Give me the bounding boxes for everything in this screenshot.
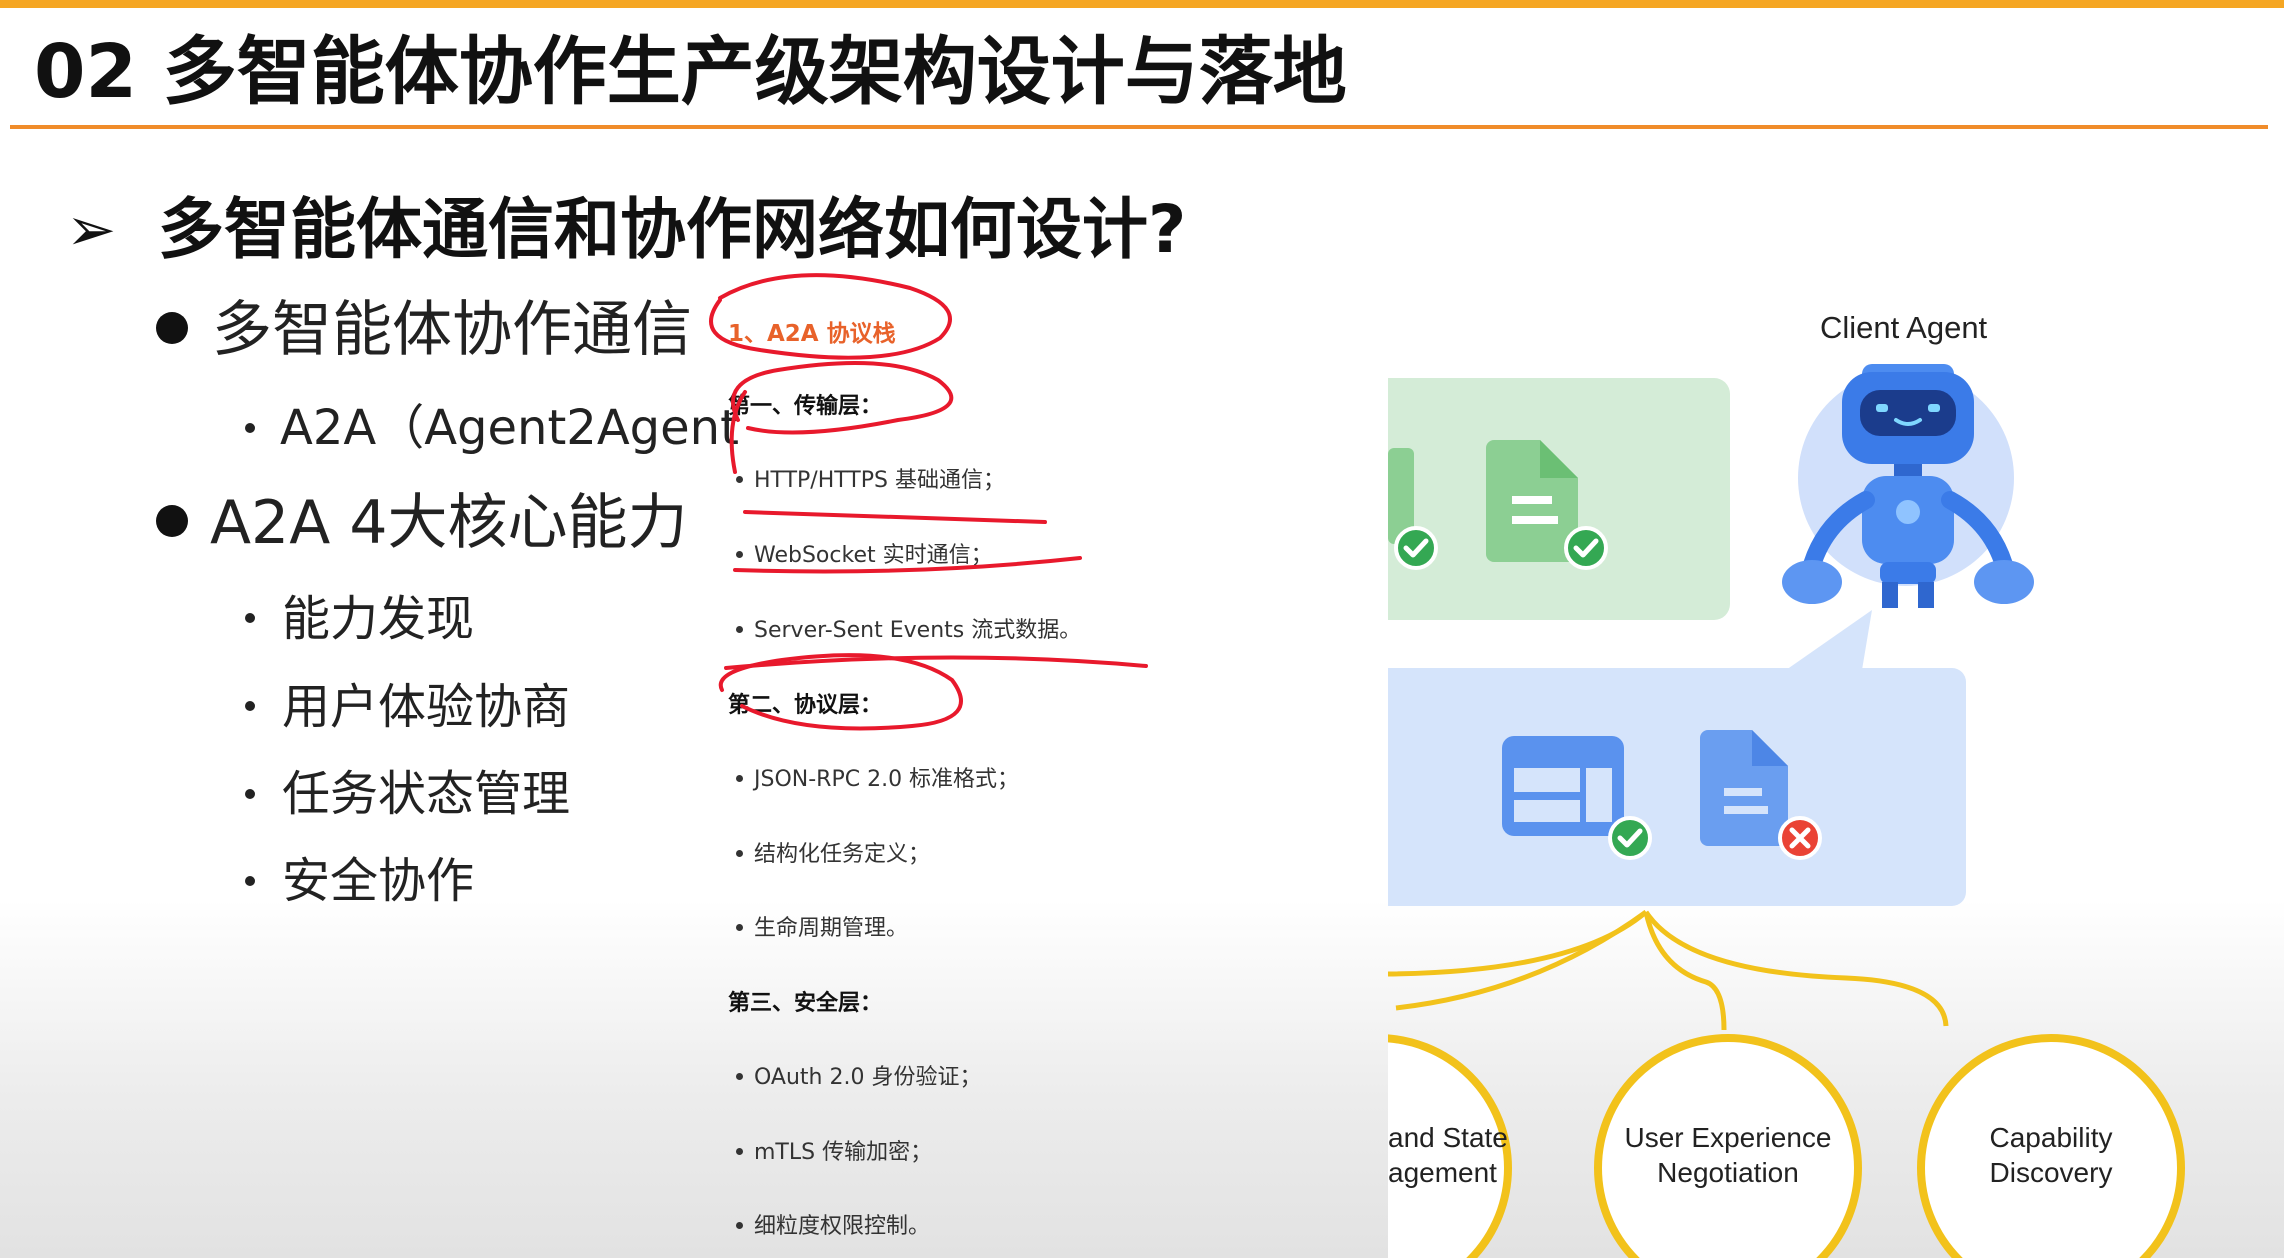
title-underline [10,125,2268,129]
partial-document-icon [1388,448,1438,570]
bullet-multi-agent-comm: 多智能体协作通信 [212,295,692,365]
illustration-graphics [1388,364,2185,1258]
bullet-dot-icon [156,312,188,344]
speech-bubble-tail [1786,610,1872,670]
doc-item: 结构化任务定义； [754,842,931,867]
sub-bullet-ux-negotiation: 用户体验协商 [282,679,571,735]
circle-label-task-state: and State agement [1388,1122,1508,1188]
doc-item: Server-Sent Events 流式数据。 [754,618,1082,643]
doc-bullet-icon [736,775,743,782]
doc-bullet-icon [736,1222,743,1229]
sub-bullet-dot-icon [245,789,255,799]
document-error-icon [1700,730,1822,860]
sub-bullet-dot-icon [245,876,255,886]
doc-section-security: 第三、安全层： [728,991,883,1016]
sub-bullet-task-state: 任务状态管理 [282,766,571,822]
doc-bullet-icon [736,476,743,483]
circle-label-ux-negotiation: User Experience Negotiation [1624,1122,1832,1188]
sub-bullet-dot-icon [245,701,255,711]
sub-bullet-dot-icon [245,423,255,433]
doc-item: JSON-RPC 2.0 标准格式； [754,767,1020,792]
arrow-bullet-icon: ➢ [66,195,117,265]
bullet-a2a-capabilities: A2A 4大核心能力 [210,488,688,558]
doc-item: HTTP/HTTPS 基础通信； [754,468,1005,493]
robot-icon [1782,364,2034,608]
window-layout-icon [1502,736,1652,860]
doc-bullet-icon [736,1073,743,1080]
doc-item: 生命周期管理。 [754,916,909,941]
doc-section-protocol: 第二、协议层： [728,693,883,718]
doc-item: WebSocket 实时通信； [754,543,993,568]
doc-item: OAuth 2.0 身份验证； [754,1065,982,1090]
doc-item: 细粒度权限控制。 [754,1214,931,1239]
sub-bullet-secure-collab: 安全协作 [282,853,475,909]
doc-bullet-icon [736,626,743,633]
sub-bullet-dot-icon [245,613,255,623]
protocol-stack-document: 1、A2A 协议栈 第一、传输层： HTTP/HTTPS 基础通信； WebSo… [700,290,1360,1258]
section-heading: 多智能体通信和协作网络如何设计? [158,191,1187,268]
branch-lines [1388,909,1949,1031]
doc-bullet-icon [736,1148,743,1155]
doc-bullet-icon [736,551,743,558]
circle-label-capability-discovery: Capability Discovery [1989,1122,2113,1188]
doc-section-transport: 第一、传输层： [728,394,883,419]
bullet-dot-icon [156,505,188,537]
sub-bullet-a2a: A2A（Agent2Agent [280,400,739,456]
sub-bullet-capability-discovery: 能力发现 [282,591,475,647]
doc-item: mTLS 传输加密； [754,1140,933,1165]
a2a-illustration: Client Agent and State agement User Expe… [1388,300,2284,1258]
top-accent-bar [0,0,2284,8]
doc-bullet-icon [736,850,743,857]
slide-title: 02 多智能体协作生产级架构设计与落地 [34,29,1347,115]
document-icon [1486,440,1608,570]
doc-stack-title: 1、A2A 协议栈 [728,321,896,347]
doc-bullet-icon [736,924,743,931]
